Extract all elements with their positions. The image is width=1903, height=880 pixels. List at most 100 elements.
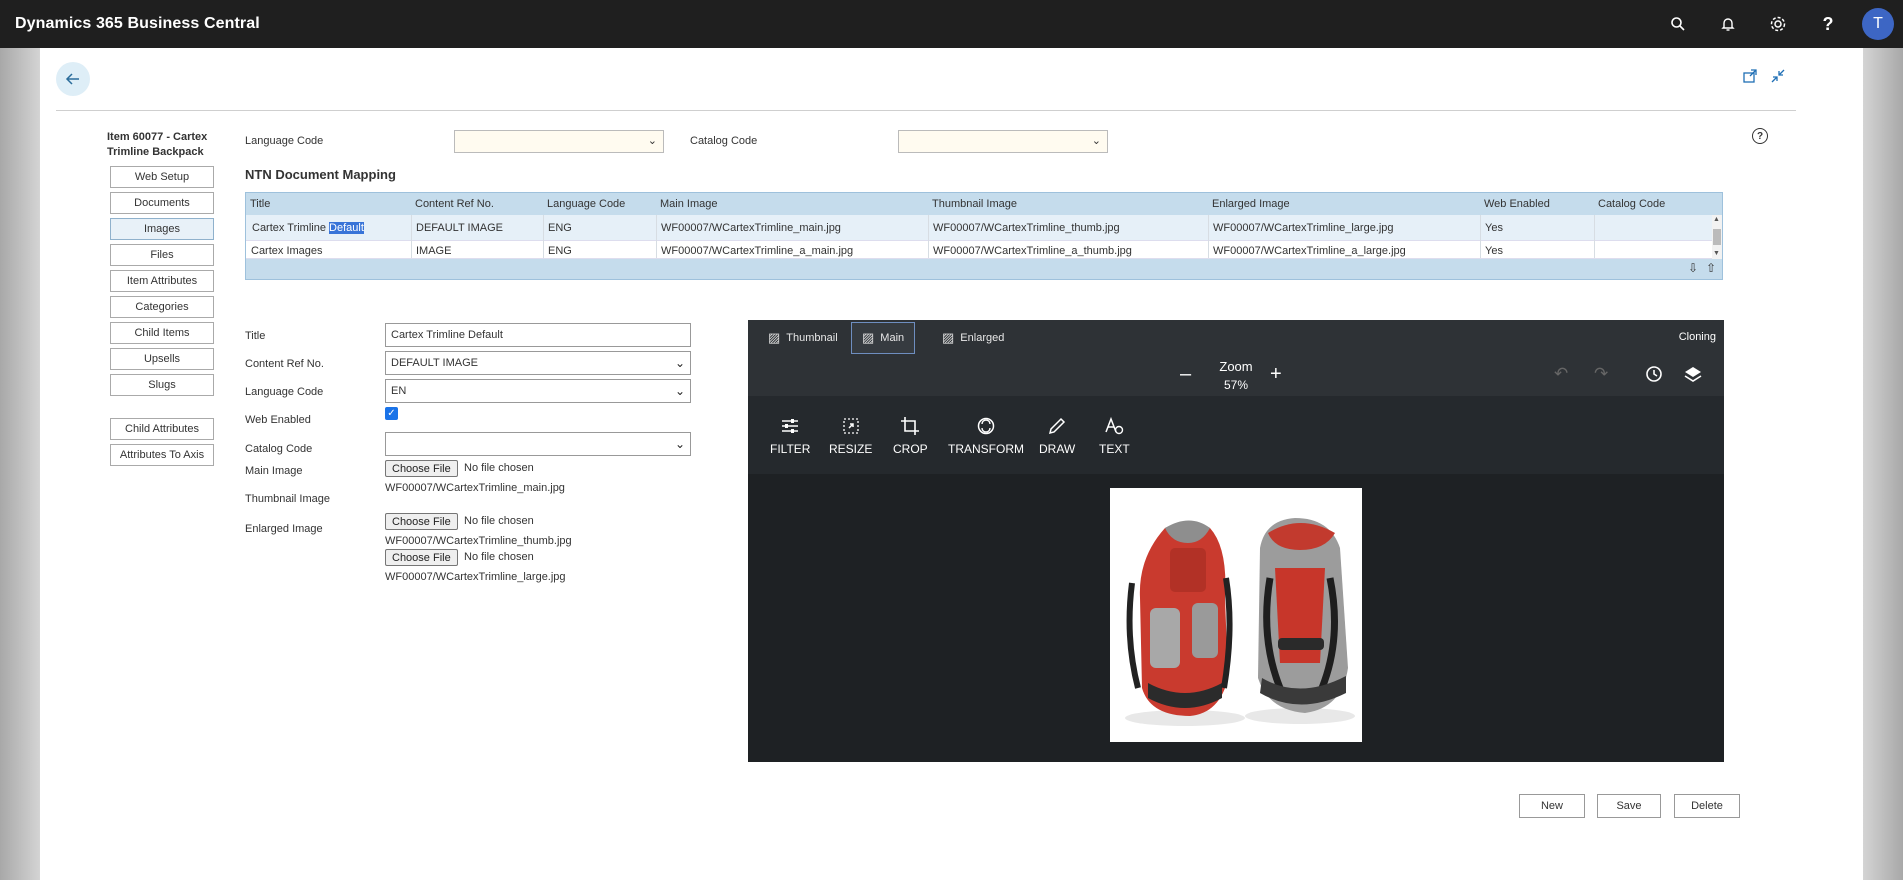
scroll-thumb[interactable]: [1713, 229, 1721, 245]
avatar[interactable]: T: [1862, 8, 1894, 40]
tab-main[interactable]: ▨ Main: [851, 322, 916, 354]
catalog-code-filter[interactable]: ⌄: [898, 130, 1108, 153]
layers-icon[interactable]: [1683, 364, 1703, 389]
grid-scrollbar[interactable]: ▲ ▼: [1712, 215, 1722, 259]
language-code-filter[interactable]: ⌄: [454, 130, 664, 153]
enlarged-image-label: Enlarged Image: [245, 523, 323, 535]
table-row[interactable]: Cartex Trimline Default DEFAULT IMAGE EN…: [246, 215, 1712, 241]
help-circle-icon[interactable]: ?: [1752, 128, 1768, 144]
cell-web-enabled[interactable]: Yes: [1485, 245, 1503, 257]
language-code-filter-label: Language Code: [245, 135, 324, 147]
web-enabled-checkbox[interactable]: ✓: [385, 407, 398, 420]
redo-icon[interactable]: ↷: [1594, 364, 1608, 384]
open-new-window-icon[interactable]: [1742, 68, 1758, 88]
column-header-main-image[interactable]: Main Image: [660, 198, 717, 210]
nav-documents[interactable]: Documents: [110, 192, 214, 214]
nav-web-setup[interactable]: Web Setup: [110, 166, 214, 188]
cell-language-code[interactable]: ENG: [548, 222, 572, 234]
collapse-icon[interactable]: [1770, 68, 1786, 88]
content-ref-select[interactable]: DEFAULT IMAGE ⌄: [385, 351, 691, 375]
thumbnail-image-current-file: WF00007/WCartexTrimline_thumb.jpg: [385, 535, 572, 547]
product-image[interactable]: [1110, 488, 1362, 742]
delete-button[interactable]: Delete: [1674, 794, 1740, 818]
bell-icon[interactable]: [1703, 0, 1753, 48]
column-header-thumbnail-image[interactable]: Thumbnail Image: [932, 198, 1017, 210]
tab-thumbnail[interactable]: ▨ Thumbnail: [758, 322, 848, 354]
catalog-code-label: Catalog Code: [245, 443, 313, 455]
crop-icon: [893, 416, 928, 440]
nav-slugs[interactable]: Slugs: [110, 374, 214, 396]
transform-tool[interactable]: TRANSFORM: [948, 416, 1024, 456]
nav-child-attributes[interactable]: Child Attributes: [110, 418, 214, 440]
search-icon[interactable]: [1653, 0, 1703, 48]
cell-title[interactable]: Cartex Trimline Default: [252, 222, 364, 234]
move-up-icon[interactable]: ⇧: [1706, 261, 1716, 275]
chevron-down-icon: ⌄: [674, 356, 685, 370]
enlarged-image-choose-file-button[interactable]: Choose File: [385, 549, 458, 566]
cell-main-image[interactable]: WF00007/WCartexTrimline_a_main.jpg: [661, 245, 853, 257]
cell-thumbnail-image[interactable]: WF00007/WCartexTrimline_thumb.jpg: [933, 222, 1120, 234]
column-header-language-code[interactable]: Language Code: [547, 198, 625, 210]
save-button[interactable]: Save: [1597, 794, 1661, 818]
cell-content-ref[interactable]: DEFAULT IMAGE: [416, 222, 503, 234]
cell-language-code[interactable]: ENG: [548, 245, 572, 257]
chevron-down-icon: ⌄: [647, 135, 657, 147]
nav-attributes-to-axis[interactable]: Attributes To Axis: [110, 444, 214, 466]
zoom-in-button[interactable]: +: [1270, 364, 1282, 384]
crop-tool[interactable]: CROP: [893, 416, 928, 456]
help-icon[interactable]: ?: [1803, 0, 1853, 48]
move-down-icon[interactable]: ⇩: [1688, 261, 1698, 275]
column-header-title[interactable]: Title: [250, 198, 270, 210]
cell-content-ref[interactable]: IMAGE: [416, 245, 451, 257]
main-image-choose-file-button[interactable]: Choose File: [385, 460, 458, 477]
image-icon: ▨: [942, 330, 955, 345]
resize-tool[interactable]: RESIZE: [829, 416, 872, 456]
scroll-up-icon[interactable]: ▲: [1713, 216, 1720, 223]
web-enabled-label: Web Enabled: [245, 414, 311, 426]
column-header-enlarged-image[interactable]: Enlarged Image: [1212, 198, 1290, 210]
history-icon[interactable]: [1644, 364, 1664, 389]
backdrop-left: [0, 48, 40, 880]
chevron-down-icon: ⌄: [674, 384, 685, 398]
cell-enlarged-image[interactable]: WF00007/WCartexTrimline_a_large.jpg: [1213, 245, 1406, 257]
undo-icon[interactable]: ↶: [1554, 364, 1568, 384]
language-code-select[interactable]: EN ⌄: [385, 379, 691, 403]
chevron-down-icon: ⌄: [674, 437, 685, 451]
thumbnail-image-choose-file-button[interactable]: Choose File: [385, 513, 458, 530]
sliders-icon: [770, 416, 810, 440]
zoom-out-button[interactable]: –: [1180, 364, 1191, 384]
title-field[interactable]: Cartex Trimline Default: [385, 323, 691, 347]
table-row[interactable]: Cartex Images IMAGE ENG WF00007/WCartexT…: [246, 241, 1712, 259]
editor-toolbar: FILTER RESIZE CROP TRANSFORM DRAW TEXT: [748, 396, 1724, 474]
nav-child-items[interactable]: Child Items: [110, 322, 214, 344]
draw-tool[interactable]: DRAW: [1039, 416, 1075, 456]
tab-enlarged[interactable]: ▨ Enlarged: [932, 322, 1014, 354]
cell-enlarged-image[interactable]: WF00007/WCartexTrimline_large.jpg: [1213, 222, 1394, 234]
pencil-icon: [1039, 416, 1075, 440]
nav-upsells[interactable]: Upsells: [110, 348, 214, 370]
cell-web-enabled[interactable]: Yes: [1485, 222, 1503, 234]
enlarged-image-file-status: No file chosen: [464, 551, 534, 563]
title-label: Title: [245, 330, 266, 342]
editor-tabs: ▨ Thumbnail ▨ Main ▨ Enlarged Cloning: [748, 320, 1724, 356]
cell-main-image[interactable]: WF00007/WCartexTrimline_main.jpg: [661, 222, 841, 234]
gear-icon[interactable]: [1753, 0, 1803, 48]
back-arrow-icon[interactable]: [56, 62, 90, 96]
column-header-catalog-code[interactable]: Catalog Code: [1598, 198, 1665, 210]
filter-tool[interactable]: FILTER: [770, 416, 810, 456]
app-title[interactable]: Dynamics 365 Business Central: [15, 15, 260, 33]
text-tool[interactable]: TEXT: [1099, 416, 1130, 456]
new-button[interactable]: New: [1519, 794, 1585, 818]
column-header-web-enabled[interactable]: Web Enabled: [1484, 198, 1550, 210]
cell-thumbnail-image[interactable]: WF00007/WCartexTrimline_a_thumb.jpg: [933, 245, 1132, 257]
nav-files[interactable]: Files: [110, 244, 214, 266]
cell-title[interactable]: Cartex Images: [251, 245, 323, 257]
column-header-content-ref[interactable]: Content Ref No.: [415, 198, 494, 210]
zoom-readout: Zoom 57%: [1219, 359, 1253, 392]
nav-images[interactable]: Images: [110, 218, 214, 240]
cloning-label[interactable]: Cloning: [1679, 331, 1716, 343]
nav-categories[interactable]: Categories: [110, 296, 214, 318]
nav-item-attributes[interactable]: Item Attributes: [110, 270, 214, 292]
scroll-down-icon[interactable]: ▼: [1713, 250, 1720, 257]
catalog-code-select[interactable]: ⌄: [385, 432, 691, 456]
